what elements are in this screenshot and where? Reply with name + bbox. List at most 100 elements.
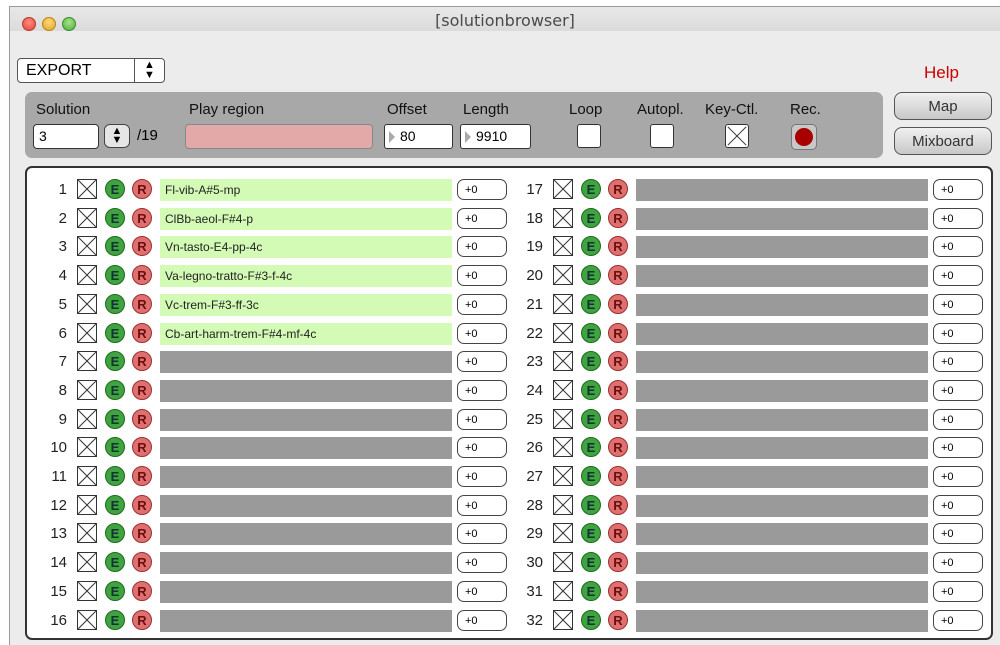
slot-remove-button[interactable]: R [608, 408, 628, 429]
slot-sample-name[interactable] [636, 379, 928, 402]
autoplay-checkbox[interactable] [650, 124, 674, 148]
slot-offset-field[interactable]: +0 [457, 179, 507, 200]
slot-edit-button[interactable]: E [581, 379, 601, 400]
slot-remove-button[interactable]: R [608, 466, 628, 486]
slot-offset-field[interactable]: +0 [933, 466, 983, 487]
slot-remove-button[interactable]: R [132, 437, 152, 458]
slot-edit-button[interactable]: E [105, 437, 125, 458]
slot-enable-checkbox[interactable] [77, 408, 97, 429]
slot-enable-checkbox[interactable] [553, 437, 573, 458]
slot-offset-field[interactable]: +0 [933, 236, 983, 258]
slot-enable-checkbox[interactable] [553, 466, 573, 486]
slot-edit-button[interactable]: E [105, 523, 125, 544]
slot-enable-checkbox[interactable] [553, 523, 573, 544]
slot-sample-name[interactable] [160, 494, 452, 517]
slot-remove-button[interactable]: R [132, 523, 152, 544]
slot-enable-checkbox[interactable] [77, 580, 97, 601]
slot-offset-field[interactable]: +0 [457, 552, 507, 574]
map-button[interactable]: Map [894, 92, 992, 120]
slot-edit-button[interactable]: E [105, 265, 125, 286]
solution-number-field[interactable]: 3 [33, 124, 99, 149]
slot-enable-checkbox[interactable] [77, 494, 97, 515]
slot-enable-checkbox[interactable] [553, 552, 573, 573]
slot-offset-field[interactable]: +0 [457, 379, 507, 401]
slot-sample-name[interactable] [160, 466, 452, 488]
slot-sample-name[interactable] [636, 179, 928, 201]
slot-sample-name[interactable]: ClBb-aeol-F#4-p [160, 207, 452, 230]
slot-edit-button[interactable]: E [105, 322, 125, 343]
slot-remove-button[interactable]: R [608, 265, 628, 286]
slot-offset-field[interactable]: +0 [457, 236, 507, 258]
slot-edit-button[interactable]: E [581, 179, 601, 199]
slot-sample-name[interactable] [160, 609, 452, 632]
slot-edit-button[interactable]: E [581, 322, 601, 343]
slot-offset-field[interactable]: +0 [457, 408, 507, 430]
slot-sample-name[interactable] [160, 552, 452, 575]
slot-offset-field[interactable]: +0 [457, 293, 507, 315]
slot-remove-button[interactable]: R [132, 207, 152, 228]
slot-edit-button[interactable]: E [105, 207, 125, 228]
slot-enable-checkbox[interactable] [553, 236, 573, 257]
slot-edit-button[interactable]: E [581, 466, 601, 486]
slot-sample-name[interactable] [160, 351, 452, 374]
slot-sample-name[interactable]: Va-legno-tratto-F#3-f-4c [160, 265, 452, 288]
slot-sample-name[interactable] [636, 351, 928, 374]
slot-remove-button[interactable]: R [132, 466, 152, 486]
slot-remove-button[interactable]: R [132, 293, 152, 314]
slot-enable-checkbox[interactable] [553, 351, 573, 372]
slot-offset-field[interactable]: +0 [457, 494, 507, 516]
slot-sample-name[interactable] [636, 265, 928, 288]
slot-sample-name[interactable]: Fl-vib-A#5-mp [160, 179, 452, 201]
slot-offset-field[interactable]: +0 [933, 293, 983, 315]
slot-sample-name[interactable]: Cb-art-harm-trem-F#4-mf-4c [160, 322, 452, 345]
slot-sample-name[interactable]: Vc-trem-F#3-ff-3c [160, 293, 452, 316]
slot-enable-checkbox[interactable] [77, 379, 97, 400]
slot-edit-button[interactable]: E [105, 494, 125, 515]
slot-remove-button[interactable]: R [132, 379, 152, 400]
slot-edit-button[interactable]: E [105, 552, 125, 573]
slot-offset-field[interactable]: +0 [457, 437, 507, 459]
slot-enable-checkbox[interactable] [553, 379, 573, 400]
slot-edit-button[interactable]: E [581, 265, 601, 286]
slot-remove-button[interactable]: R [608, 494, 628, 515]
slot-enable-checkbox[interactable] [77, 207, 97, 228]
slot-remove-button[interactable]: R [132, 265, 152, 286]
slot-sample-name[interactable] [160, 580, 452, 603]
slot-offset-field[interactable]: +0 [933, 552, 983, 574]
slot-enable-checkbox[interactable] [77, 609, 97, 630]
slot-sample-name[interactable] [636, 437, 928, 460]
slot-sample-name[interactable] [636, 609, 928, 632]
slot-edit-button[interactable]: E [581, 437, 601, 458]
slot-remove-button[interactable]: R [132, 236, 152, 257]
slot-offset-field[interactable]: +0 [933, 379, 983, 401]
slot-offset-field[interactable]: +0 [933, 437, 983, 459]
slot-sample-name[interactable] [636, 466, 928, 488]
slot-edit-button[interactable]: E [581, 207, 601, 228]
slot-edit-button[interactable]: E [581, 580, 601, 601]
slot-sample-name[interactable] [636, 322, 928, 345]
mixboard-button[interactable]: Mixboard [894, 127, 992, 155]
key-control-checkbox[interactable] [725, 124, 749, 148]
slot-edit-button[interactable]: E [105, 293, 125, 314]
slot-edit-button[interactable]: E [105, 609, 125, 630]
slot-offset-field[interactable]: +0 [457, 466, 507, 487]
slot-enable-checkbox[interactable] [553, 207, 573, 228]
slot-remove-button[interactable]: R [608, 207, 628, 228]
slot-edit-button[interactable]: E [105, 466, 125, 486]
slot-edit-button[interactable]: E [105, 408, 125, 429]
slot-enable-checkbox[interactable] [553, 265, 573, 286]
slot-enable-checkbox[interactable] [553, 293, 573, 314]
slot-offset-field[interactable]: +0 [933, 322, 983, 344]
slot-sample-name[interactable] [636, 207, 928, 230]
slot-remove-button[interactable]: R [608, 609, 628, 630]
slot-offset-field[interactable]: +0 [933, 207, 983, 229]
slot-remove-button[interactable]: R [608, 552, 628, 573]
slot-remove-button[interactable]: R [608, 236, 628, 257]
slot-remove-button[interactable]: R [132, 179, 152, 199]
slot-enable-checkbox[interactable] [77, 293, 97, 314]
slot-edit-button[interactable]: E [581, 236, 601, 257]
slot-remove-button[interactable]: R [132, 609, 152, 630]
slot-sample-name[interactable] [636, 293, 928, 316]
length-number-box[interactable]: 9910 [460, 124, 531, 149]
slot-edit-button[interactable]: E [105, 179, 125, 199]
